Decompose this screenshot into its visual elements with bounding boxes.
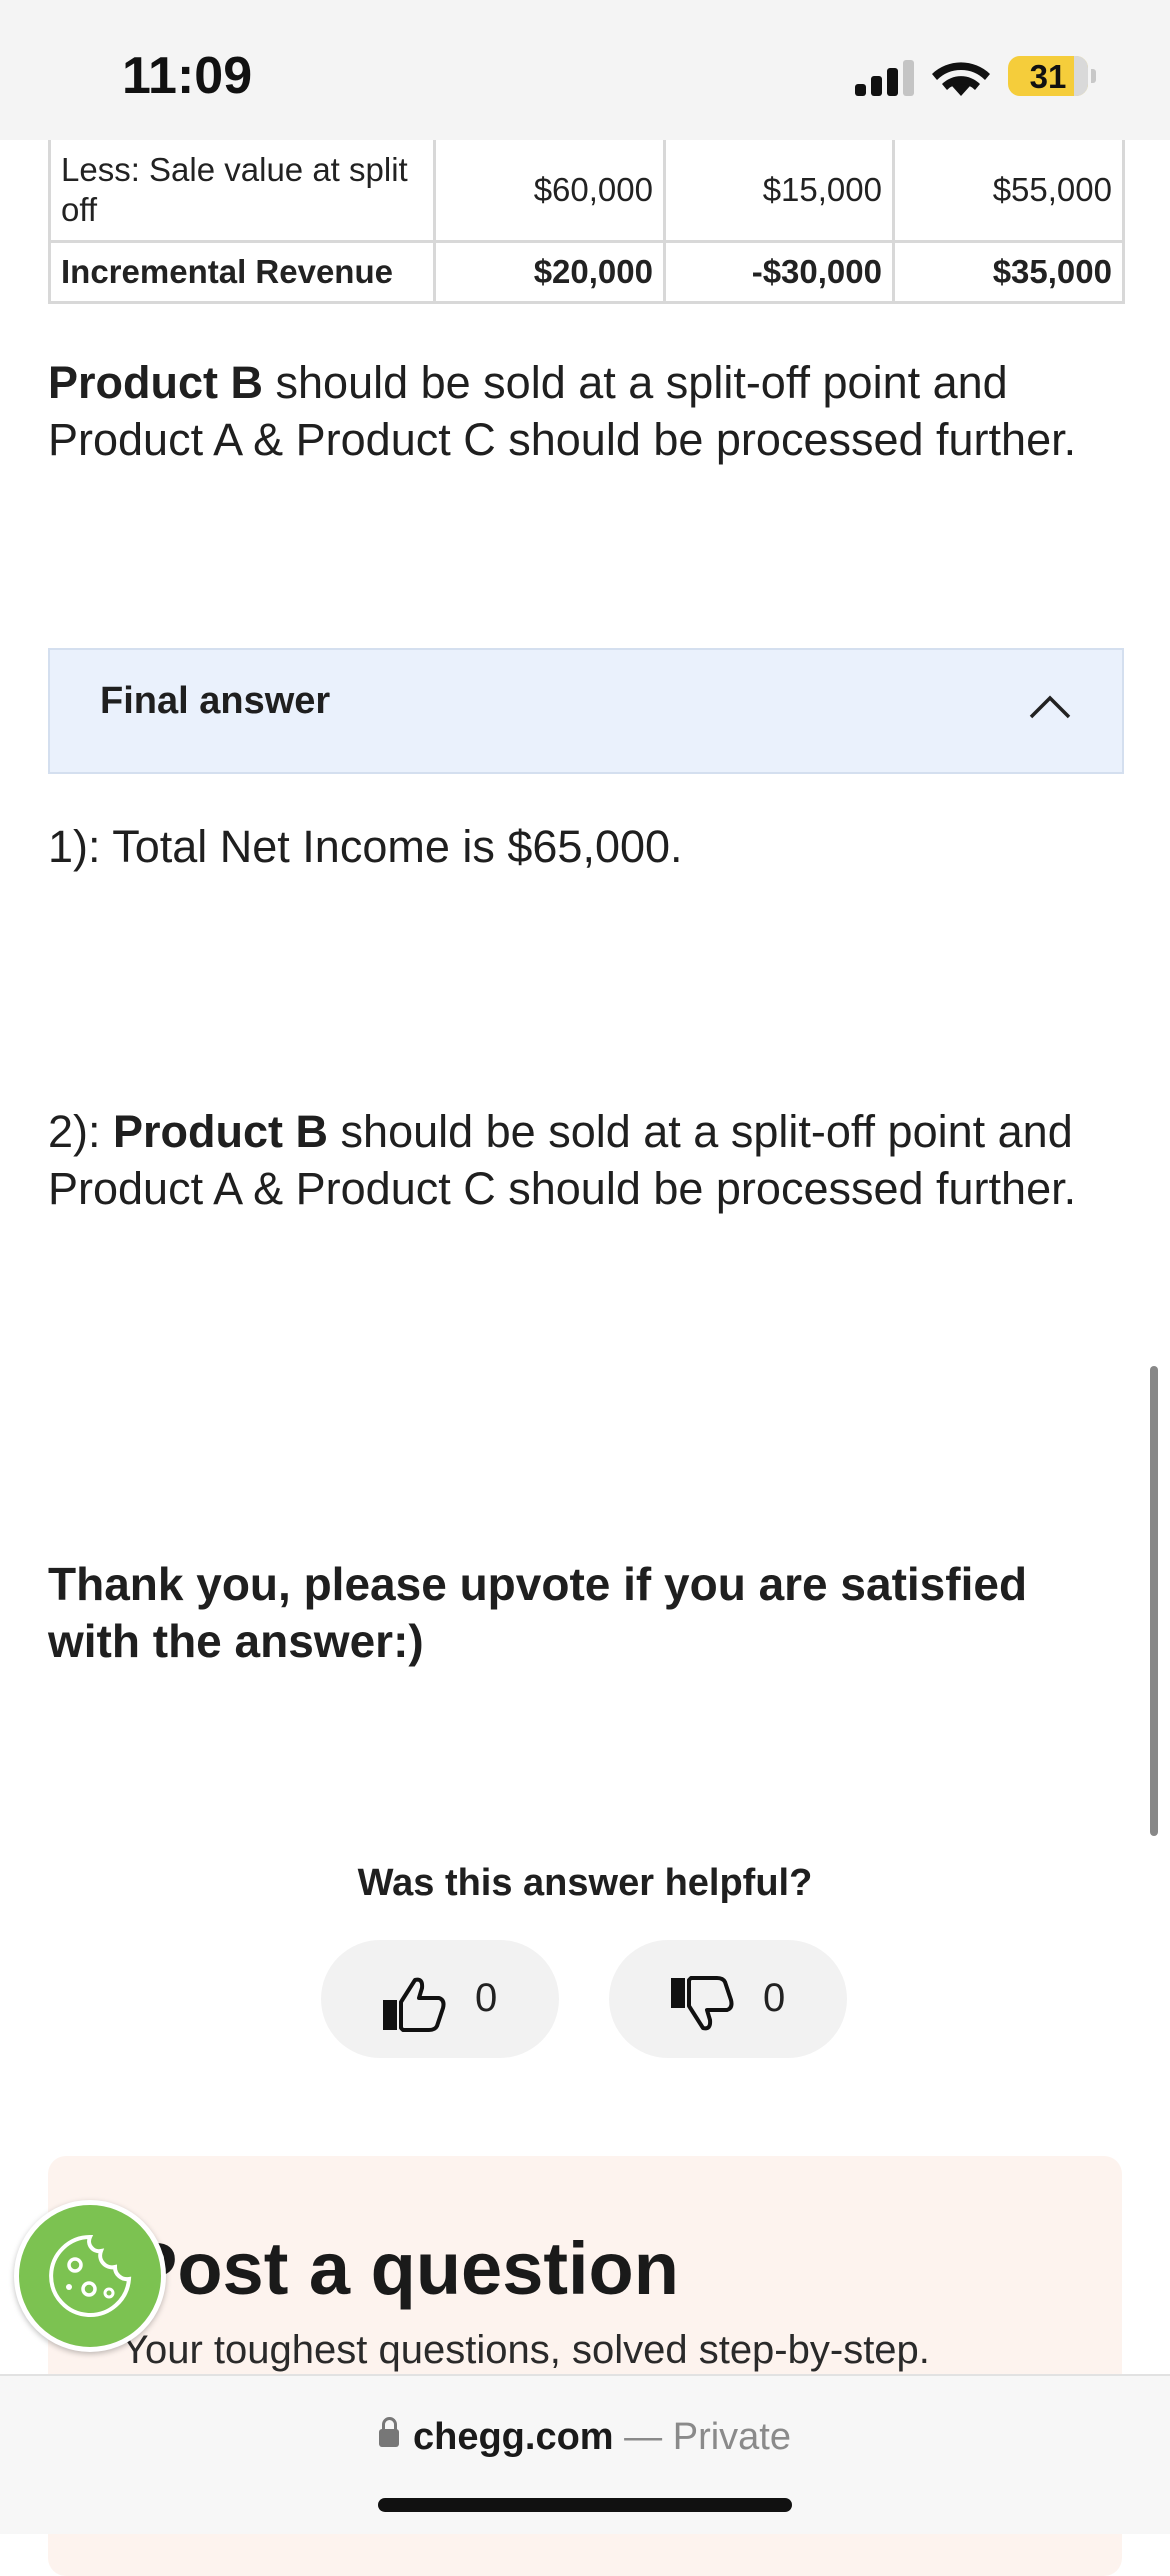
answer-2-bold: Product B [113,1106,329,1157]
battery-level: 31 [1029,58,1067,95]
table-cell: $20,000 [433,240,666,304]
scrollbar[interactable] [1150,1366,1158,1836]
answer-1: 1): Total Net Income is $65,000. [48,821,683,872]
url-separator: — [613,2416,673,2458]
final-answer-header[interactable]: Final answer [48,648,1124,774]
answer-2-prefix: 2): [48,1106,114,1157]
lock-icon [378,2417,399,2447]
home-indicator[interactable] [378,2498,792,2512]
thumbs-down-button[interactable]: 0 [609,1940,847,2058]
url-domain: chegg.com [412,2416,614,2458]
table-cell-label: Less: Sale value at split off [48,140,436,243]
conclusion-text: Product B should be sold at a split-off … [48,354,1122,468]
chevron-up-icon[interactable] [1028,694,1072,720]
answer-2: 2): Product B should be sold at a split-… [48,1103,1122,1217]
table-cell: $60,000 [433,140,666,243]
status-bar: 11:09 31 [0,0,1170,140]
upvote-count: 0 [475,1976,498,2020]
battery-icon: 31 [1008,56,1088,96]
incremental-revenue-table: Less: Sale value at split off $60,000 $1… [48,140,1125,304]
table-cell: -$30,000 [663,240,895,304]
table-cell-label: Incremental Revenue [48,240,436,304]
thanks-message: Thank you, please upvote if you are sati… [48,1558,1028,1667]
table-row: Incremental Revenue $20,000 -$30,000 $35… [48,240,1125,304]
downvote-count: 0 [763,1976,786,2020]
clock-time: 11:09 [122,47,253,105]
thumbs-up-icon [383,1977,446,2032]
thumbs-up-button[interactable]: 0 [321,1940,559,2058]
helpful-question: Was this answer helpful? [357,1862,813,1904]
thumbs-down-icon [671,1976,734,2031]
browser-address-bar[interactable]: chegg.com — Private [0,2374,1170,2534]
table-cell: $55,000 [892,140,1125,243]
table-row: Less: Sale value at split off $60,000 $1… [48,140,1125,243]
conclusion-bold: Product B [48,357,264,408]
final-answer-title: Final answer [100,680,331,722]
post-question-subtitle: Your toughest questions, solved step-by-… [122,2328,930,2372]
private-mode-label: Private [672,2416,791,2458]
cellular-signal-icon [855,58,915,96]
post-question-title: Post a question [128,2227,679,2310]
battery-nub [1091,69,1096,83]
table-cell: $15,000 [663,140,895,243]
wifi-icon [932,62,990,96]
url-display[interactable]: chegg.com — Private [0,2416,1170,2459]
table-cell: $35,000 [892,240,1125,304]
cookie-icon [49,2234,132,2317]
cookie-settings-button[interactable] [14,2200,166,2352]
